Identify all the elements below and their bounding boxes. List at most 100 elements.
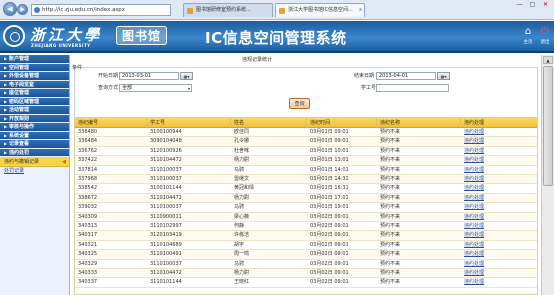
home-button[interactable]: ⌂ 主页 bbox=[521, 25, 535, 45]
sidebar-item-label: 外借设备管理 bbox=[9, 73, 40, 79]
penalty-action-link[interactable]: 违约处理 bbox=[461, 213, 537, 222]
penalty-action-link[interactable]: 违约处理 bbox=[461, 241, 537, 250]
penalty-action-link[interactable]: 违约处理 bbox=[461, 194, 537, 203]
penalty-action-link[interactable]: 违约处理 bbox=[461, 231, 537, 240]
penalty-action-link[interactable]: 违约处理 bbox=[461, 147, 537, 156]
table-cell: 3110104689 bbox=[150, 241, 182, 248]
table-row: 340321 3110104689 胡宇 03月02日 09:01 预约不来 违约处理 bbox=[75, 241, 537, 251]
forward-button[interactable]: ▶ bbox=[17, 4, 28, 15]
browser-tab-1[interactable]: 图书馆研修室预约系统... bbox=[183, 3, 273, 17]
table-cell: 3120103419 bbox=[150, 232, 182, 239]
table-cell: 340333 bbox=[78, 270, 98, 276]
sidebar-item-9[interactable]: ▶ 审核与操作 bbox=[0, 123, 69, 132]
table-cell: 胡宇 bbox=[234, 241, 245, 248]
student-id-input[interactable] bbox=[376, 84, 449, 92]
tab-close-icon[interactable]: x bbox=[359, 4, 362, 17]
table-cell: 预约不来 bbox=[380, 204, 401, 211]
query-type-value: 全部 bbox=[122, 85, 133, 91]
penalty-action-link[interactable]: 违约处理 bbox=[461, 175, 537, 184]
table-row: 340313 3110102997 何静 03月02日 09:01 预约不来 违约处理 bbox=[75, 222, 537, 232]
page-icon bbox=[187, 8, 193, 14]
table-cell: 3110101144 bbox=[150, 279, 182, 286]
page-scrollbar[interactable]: ▲ bbox=[541, 55, 554, 295]
sidebar-item-2[interactable]: ▶ 空间管理 bbox=[0, 63, 69, 72]
penalty-action-link[interactable]: 违约处理 bbox=[461, 222, 537, 231]
table-row: 337422 3110104472 杨力尉 03月01日 13:01 预约不来 违约处理 bbox=[75, 156, 537, 166]
table-cell: 杨力尉 bbox=[234, 194, 250, 201]
sidebar-item-6[interactable]: ▶ 密码区域管理 bbox=[0, 97, 69, 106]
end-date-input[interactable]: 2013-04-01 bbox=[376, 72, 436, 80]
start-date-input[interactable]: 2013-03-01 bbox=[119, 72, 179, 80]
end-calendar-button[interactable]: ▦▾ bbox=[437, 72, 450, 80]
sidebar-item-10[interactable]: ▶ 系统设置 bbox=[0, 131, 69, 140]
table-cell: 杜舍咪 bbox=[234, 147, 250, 154]
back-button[interactable]: ◀ bbox=[3, 2, 17, 16]
penalty-action-link[interactable]: 违约处理 bbox=[461, 128, 537, 137]
start-calendar-button[interactable]: ▦▾ bbox=[180, 72, 193, 80]
penalty-action-link[interactable]: 违约处理 bbox=[461, 250, 537, 259]
table-cell: 03月01日 09:01 bbox=[310, 138, 349, 145]
table-cell: 3110100491 bbox=[150, 251, 182, 258]
sidebar-item-5[interactable]: ▶ 座位管理 bbox=[0, 89, 69, 98]
table-cell: 3110104472 bbox=[150, 157, 182, 164]
sidebar-subitem-violation-records[interactable]: 违约与撤销记录 ◀ bbox=[0, 157, 69, 167]
penalty-action-link[interactable]: 违约处理 bbox=[461, 156, 537, 165]
minimize-button[interactable]: — bbox=[513, 1, 526, 10]
penalty-action-link[interactable]: 违约处理 bbox=[461, 137, 537, 146]
query-type-select[interactable]: 全部 ▾ bbox=[119, 84, 192, 92]
sidebar-item-8[interactable]: ▶ 开放规则 bbox=[0, 114, 69, 123]
table-cell: 雷继文 bbox=[234, 176, 250, 182]
penalty-action-link[interactable]: 违约处理 bbox=[461, 203, 537, 212]
penalty-action-link[interactable]: 违约处理 bbox=[461, 166, 537, 175]
table-cell: 许栋洁 bbox=[234, 232, 250, 239]
penalty-action-link[interactable]: 违约处理 bbox=[461, 260, 537, 269]
sidebar-item-label: 活动管理 bbox=[9, 107, 30, 113]
sidebar-item-3[interactable]: ▶ 外借设备管理 bbox=[0, 72, 69, 81]
table-cell: 338542 bbox=[78, 185, 98, 192]
table-cell: 周一鸣 bbox=[234, 251, 250, 258]
sidebar-item-1[interactable]: ▶ 账户管理 bbox=[0, 55, 69, 64]
table-row: 340317 3120103419 许栋洁 03月02日 09:01 预约不来 违约处理 bbox=[75, 231, 537, 241]
table-cell: 03月01日 14:31 bbox=[310, 176, 349, 182]
exit-button[interactable]: ⏻ 退出 bbox=[538, 25, 552, 45]
violations-table: 违纪编号 学工号 姓名 违纪时间 违纪名称 违约处理 336480 3100100944 欧佳… bbox=[74, 117, 538, 295]
penalty-action-link[interactable]: 违约处理 bbox=[461, 184, 537, 193]
chevron-left-icon: ◀ bbox=[62, 159, 66, 165]
table-cell: 337968 bbox=[78, 176, 98, 182]
sidebar-item-7[interactable]: ▶ 活动管理 bbox=[0, 106, 69, 115]
table-cell: 3100101144 bbox=[150, 185, 182, 192]
system-title: IC信息空间管理系统 bbox=[205, 29, 347, 47]
sidebar-item-label: 开放规则 bbox=[9, 115, 30, 122]
penalty-action-link[interactable]: 违约处理 bbox=[461, 278, 537, 287]
table-cell: 336484 bbox=[78, 138, 98, 145]
browser-tab-2[interactable]: 浙江大学图书馆IC信息空间... x bbox=[275, 3, 365, 17]
table-row: 340329 3110100037 马骋 03月02日 09:01 预约不来 违约处理 bbox=[75, 260, 537, 269]
table-cell: 03月01日 19:01 bbox=[310, 204, 349, 211]
table-cell: 预约不来 bbox=[380, 176, 401, 182]
maximize-button[interactable]: □ bbox=[526, 1, 539, 10]
table-cell: 340321 bbox=[78, 241, 98, 248]
table-cell: 何静 bbox=[234, 223, 245, 229]
penalty-action-link[interactable]: 违约处理 bbox=[461, 269, 537, 278]
table-cell: 3110100037 bbox=[150, 260, 182, 267]
scroll-up-icon[interactable]: ▲ bbox=[543, 56, 553, 64]
column-header: 违约处理 bbox=[461, 118, 537, 128]
query-type-label: 查询方式 bbox=[98, 85, 119, 91]
sidebar-item-12[interactable]: ▶ 违约处罚 bbox=[0, 148, 69, 157]
table-cell: 336762 bbox=[78, 147, 98, 154]
table-cell: 黄冠和情 bbox=[234, 185, 255, 192]
table-cell: 3110900011 bbox=[150, 213, 182, 220]
address-bar[interactable]: http://ic.zju.edu.cn/index.aspx bbox=[31, 4, 171, 16]
scroll-thumb[interactable] bbox=[543, 66, 553, 186]
table-cell: 03月02日 09:01 bbox=[310, 213, 349, 220]
sidebar-item-4[interactable]: ▶ 电子阅览室 bbox=[0, 80, 69, 89]
sidebar-item-11[interactable]: ▶ 记录查看 bbox=[0, 140, 69, 149]
table-cell: 杨力尉 bbox=[234, 157, 250, 164]
table-cell: 预约不来 bbox=[380, 213, 401, 220]
sidebar-subitem-penalty-records[interactable]: 处罚记录 bbox=[0, 167, 69, 176]
query-button[interactable]: 查询 bbox=[289, 98, 310, 109]
table-cell: 03月02日 09:01 bbox=[310, 279, 349, 286]
close-window-button[interactable]: ✕ bbox=[539, 1, 552, 10]
chevron-down-icon: ▾ bbox=[187, 86, 190, 91]
table-cell: 336480 bbox=[78, 129, 98, 135]
